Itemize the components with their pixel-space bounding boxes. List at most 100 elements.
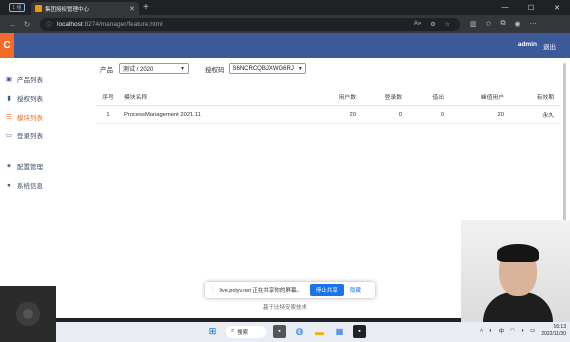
screen-share-bar: ⋮ live.polyv.net 正在共享你的屏幕。 停止共享 隐藏 — [205, 282, 375, 298]
store-icon[interactable]: ▦ — [333, 325, 346, 338]
column-header: 登录数 — [384, 95, 402, 101]
reload-icon[interactable]: ↻ — [20, 20, 34, 29]
edge-browser-icon[interactable]: ◍ — [293, 325, 306, 338]
sidebar-item-modules[interactable]: ☰ 模块列表 — [5, 112, 43, 122]
column-header: 序号 — [102, 95, 114, 101]
auth-code-value: S6NCRCQBJXWG6RJ — [232, 65, 294, 72]
table-cell: ProcessManagement 2021.11 — [124, 111, 201, 118]
webcam-video — [461, 220, 570, 322]
share-message: live.polyv.net 正在共享你的屏幕。 — [219, 288, 302, 294]
filter-bar: 产品 测试 / 2020 ▼ 授权码 S6NCRCQBJXWG6RJ ▼ — [100, 63, 306, 74]
collections-icon[interactable]: ⧉ — [501, 20, 506, 28]
drag-handle-icon[interactable]: ⋮ — [210, 287, 216, 293]
page-scrollbar[interactable] — [563, 63, 566, 243]
sidebar-item-label: 产品列表 — [17, 77, 43, 84]
clock[interactable]: 16:13 2022/11/30 — [541, 324, 566, 338]
read-aloud-icon[interactable]: A» — [414, 21, 421, 28]
column-header: 峰值用户 — [480, 95, 504, 101]
maximize-icon[interactable]: ☐ — [518, 0, 544, 15]
favorites-icon[interactable]: ✩ — [486, 20, 492, 28]
column-header: 有效期 — [536, 95, 554, 101]
module-table: 序号 模块名称 用户数 登录数 借出 峰值用户 有效期 1 ProcessMan… — [96, 88, 560, 124]
table-cell: 永久 — [542, 113, 554, 119]
close-window-icon[interactable]: ✕ — [544, 0, 570, 15]
more-icon[interactable]: ⋯ — [530, 20, 537, 28]
battery-icon[interactable]: ▭ — [530, 328, 535, 334]
table-row[interactable]: 1 ProcessManagement 2021.11 20 0 0 20 永久 — [96, 106, 560, 124]
auth-code-label: 授权码 — [205, 66, 225, 74]
volume-icon[interactable]: ◖ — [521, 328, 524, 334]
tab-group-badge[interactable]: 1 组 — [9, 3, 25, 12]
product-select[interactable]: 测试 / 2020 ▼ — [119, 63, 189, 74]
new-tab-icon[interactable]: + — [143, 2, 149, 13]
table-cell: 20 — [349, 111, 356, 118]
minimize-icon[interactable]: — — [492, 0, 518, 15]
info-icon[interactable]: ⓘ — [46, 20, 52, 29]
close-tab-icon[interactable]: ✕ — [129, 5, 135, 13]
sidebar-item-label: 配置管理 — [17, 164, 43, 171]
clock-date: 2022/11/30 — [541, 331, 566, 337]
sidebar-item-label: 系统信息 — [17, 183, 43, 190]
stop-sharing-button[interactable]: 停止共享 — [309, 284, 344, 296]
sidebar-item-licenses[interactable]: ▮ 授权列表 — [5, 93, 43, 103]
chevron-down-icon: ▼ — [297, 65, 303, 72]
table-cell: 1 — [106, 111, 110, 118]
list-icon: ☰ — [6, 114, 12, 121]
camera-tile-placeholder — [0, 286, 56, 342]
chevron-up-icon[interactable]: ˄ — [480, 328, 483, 334]
ime-indicator[interactable]: 中 — [498, 327, 504, 335]
browser-tab-bar: 1 组 集团授权管理中心 ✕ + — ☐ ✕ — [0, 0, 570, 15]
product-label: 产品 — [100, 66, 113, 74]
column-header: 用户数 — [338, 95, 356, 101]
logout-link[interactable]: 退出 — [543, 41, 556, 51]
sidebar-item-logins[interactable]: ▭ 登录列表 — [5, 130, 43, 140]
browser-tab[interactable]: 集团授权管理中心 ✕ — [31, 2, 139, 15]
table-cell: 20 — [497, 111, 504, 118]
url-host: localhost — [57, 20, 83, 28]
app-tray-icon[interactable]: ◐ — [489, 328, 492, 334]
monitor-icon: ▭ — [5, 132, 13, 139]
taskbar: ⊞ ⌕ 搜索 ▪ ◍ ▬ ▦ ▪ ˄ ◐ 中 ◠ ◖ ▭ 16:13 2022/… — [56, 322, 570, 342]
sidebar-item-label: 授权列表 — [17, 96, 43, 103]
app-logo[interactable]: C — [0, 33, 14, 58]
favicon-icon — [35, 5, 42, 12]
taskbar-search[interactable]: ⌕ 搜索 — [226, 325, 266, 338]
favorite-star-icon[interactable]: ☆ — [445, 21, 450, 28]
table-header: 序号 模块名称 用户数 登录数 借出 峰值用户 有效期 — [96, 88, 560, 106]
url-path: :8274/manager/feature.html — [82, 20, 163, 28]
settings-icon[interactable]: ⚙ — [430, 21, 435, 28]
table-cell: 0 — [440, 111, 444, 118]
file-explorer-icon[interactable]: ▬ — [313, 325, 326, 338]
url-field[interactable]: ⓘ localhost :8274/manager/feature.html A… — [40, 17, 460, 31]
terminal-icon[interactable]: ▪ — [353, 325, 366, 338]
app-header: C admin 退出 — [0, 33, 570, 58]
table-cell: 0 — [398, 111, 402, 118]
sidebar: ▣ 产品列表 ▮ 授权列表 ☰ 模块列表 ▭ 登录列表 ✷ 配置管理 ● 系统信… — [0, 58, 88, 318]
split-screen-icon[interactable]: ▥ — [470, 20, 477, 28]
hide-button[interactable]: 隐藏 — [350, 286, 361, 294]
product-value: 测试 / 2020 — [123, 67, 154, 73]
avatar — [16, 302, 40, 326]
info-icon: ● — [7, 181, 11, 189]
search-icon: ⌕ — [231, 328, 235, 334]
sidebar-item-sysinfo[interactable]: ● 系统信息 — [5, 180, 43, 191]
profile-icon[interactable]: ◉ — [515, 20, 521, 28]
column-header: 模块名称 — [124, 95, 148, 101]
briefcase-icon: ▣ — [5, 76, 13, 83]
sidebar-item-products[interactable]: ▣ 产品列表 — [5, 74, 43, 84]
windows-start-icon[interactable]: ⊞ — [206, 325, 219, 338]
gear-icon: ✷ — [6, 163, 12, 170]
search-label: 搜索 — [237, 329, 249, 336]
task-view-icon[interactable]: ▪ — [273, 325, 286, 338]
system-tray: ˄ ◐ 中 ◠ ◖ ▭ 16:13 2022/11/30 — [480, 324, 566, 338]
auth-code-select[interactable]: S6NCRCQBJXWG6RJ ▼ — [228, 63, 306, 74]
sidebar-item-label: 模块列表 — [17, 115, 43, 122]
bookmark-icon: ▮ — [7, 95, 11, 102]
sidebar-item-label: 登录列表 — [17, 133, 43, 140]
sidebar-item-config[interactable]: ✷ 配置管理 — [5, 161, 43, 171]
wifi-icon[interactable]: ◠ — [510, 328, 515, 334]
chevron-down-icon: ▼ — [180, 65, 185, 72]
tab-title: 集团授权管理中心 — [45, 6, 90, 13]
column-header: 借出 — [432, 95, 444, 101]
back-icon[interactable]: ← — [6, 20, 20, 29]
